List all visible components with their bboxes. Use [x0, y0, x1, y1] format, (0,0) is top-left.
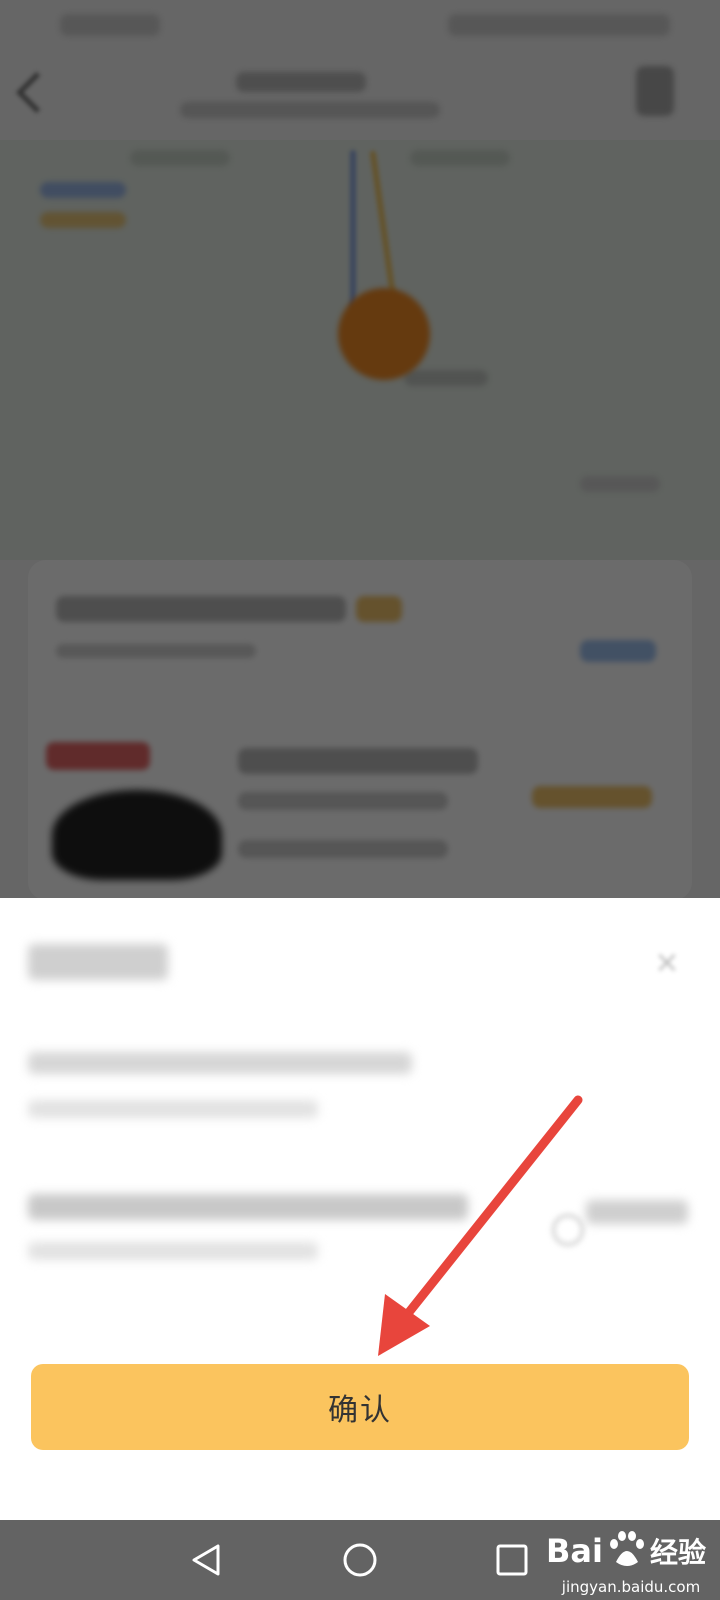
- watermark-url: jingyan.baidu.com: [561, 1578, 701, 1596]
- circle-home-icon[interactable]: [338, 1538, 382, 1582]
- door-delivery-label-blur: [586, 1200, 688, 1224]
- door-delivery-radio[interactable]: [552, 1214, 584, 1246]
- svg-text:经验: 经验: [650, 1536, 706, 1569]
- back-triangle-shape: [192, 1544, 220, 1576]
- baidu-logo-icon: Bai 经验: [546, 1531, 706, 1570]
- return-hours-blur: [28, 1242, 318, 1260]
- confirm-button[interactable]: 确认: [31, 1364, 689, 1450]
- close-icon[interactable]: ×: [654, 948, 680, 978]
- triangle-back-icon[interactable]: [184, 1538, 228, 1582]
- recents-square-shape: [496, 1544, 528, 1576]
- return-location-blur: [28, 1194, 468, 1220]
- pickup-location-blur: [28, 1052, 412, 1074]
- pickup-hours-blur: [28, 1100, 318, 1118]
- sheet-title: [28, 944, 168, 980]
- home-circle-shape: [343, 1543, 377, 1577]
- square-recents-icon[interactable]: [490, 1538, 534, 1582]
- svg-text:Bai: Bai: [546, 1532, 603, 1570]
- baidu-jingyan-watermark: Bai 经验 jingyan.baidu.com: [546, 1522, 716, 1598]
